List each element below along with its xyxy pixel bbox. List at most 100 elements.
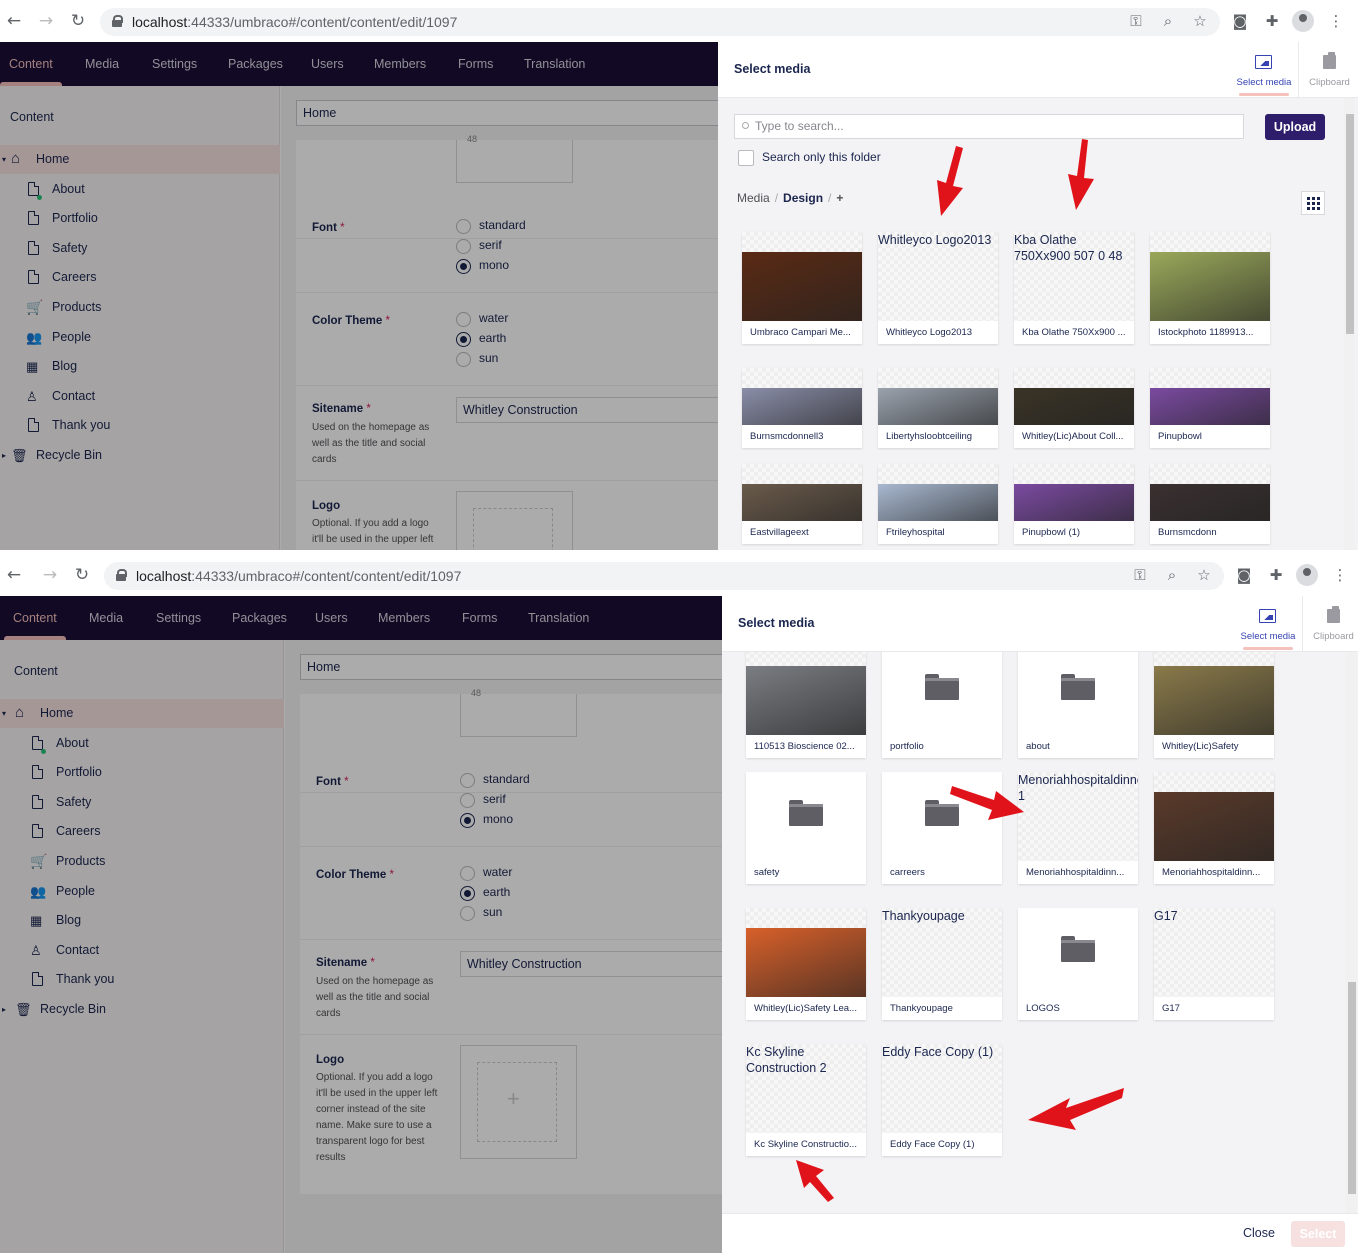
red-arrow	[1028, 1088, 1124, 1130]
media-caption: safety	[746, 861, 866, 884]
reload-icon[interactable]: ↻	[68, 11, 88, 31]
grid-view-toggle[interactable]	[1301, 191, 1325, 215]
menu-icon[interactable]: ⋮	[1331, 566, 1349, 584]
tab-clipboard[interactable]: Clipboard	[1302, 596, 1358, 652]
profile-avatar[interactable]	[1292, 10, 1314, 32]
media-item-tile[interactable]: Ftrileyhospital	[878, 464, 998, 544]
media-photo	[742, 388, 862, 428]
close-button[interactable]: Close	[1243, 1226, 1275, 1240]
reload-icon[interactable]: ↻	[72, 565, 92, 585]
media-caption: Kc Skyline Constructio...	[746, 1133, 866, 1156]
media-thumbnail	[1150, 368, 1270, 428]
camera-icon[interactable]: ◙	[1235, 566, 1253, 584]
image-icon	[1255, 55, 1272, 69]
star-icon[interactable]: ☆	[1191, 12, 1209, 30]
media-item-tile[interactable]: Libertyhsloobtceiling	[878, 368, 998, 448]
media-item-tile[interactable]: Whitley(Lic)About Coll...	[1014, 368, 1134, 448]
media-caption: Burnsmcdonn	[1150, 521, 1270, 544]
extensions-icon[interactable]: ✚	[1263, 12, 1281, 30]
media-item-tile[interactable]: Menoriahhospitaldinn...	[1154, 772, 1274, 884]
back-icon[interactable]: ←	[4, 11, 24, 31]
media-item-tile[interactable]: Whitley(Lic)Safety Lea...	[746, 908, 866, 1020]
zoom-icon[interactable]: ⌕	[1163, 566, 1181, 584]
crumb-design[interactable]: Design	[783, 191, 823, 205]
media-item-tile[interactable]: G17 G17	[1154, 908, 1274, 1020]
media-photo	[1154, 792, 1274, 864]
media-item-tile[interactable]: Whitleyco Logo2013 Whitleyco Logo2013	[878, 232, 998, 344]
search-folder-checkbox[interactable]	[738, 150, 754, 166]
tab-select-media[interactable]: Select media	[1233, 42, 1295, 98]
media-photo	[878, 484, 998, 524]
media-item-tile[interactable]: Eddy Face Copy (1) Eddy Face Copy (1)	[882, 1044, 1002, 1156]
address-bar[interactable]: localhost:44333/umbraco#/content/content…	[104, 562, 1224, 590]
broken-image-alt-text: Menoriahhospitaldinnermkt2 1	[1018, 773, 1138, 803]
media-photo	[742, 252, 862, 324]
modal-backdrop[interactable]	[0, 596, 722, 1253]
search-folder-label: Search only this folder	[762, 150, 881, 164]
media-item-tile[interactable]: Pinupbowl	[1150, 368, 1270, 448]
broken-image-alt-text: Whitleyco Logo2013	[878, 233, 992, 247]
forward-icon[interactable]: →	[40, 565, 60, 585]
broken-image-alt-text: Kc Skyline Construction 2	[746, 1045, 827, 1075]
media-item-tile[interactable]: Eastvillageext	[742, 464, 862, 544]
media-item-tile[interactable]: Istockphoto 1189913...	[1150, 232, 1270, 344]
media-thumbnail	[742, 464, 862, 524]
crumb-add-folder[interactable]: +	[836, 191, 843, 205]
media-photo	[742, 484, 862, 524]
address-bar[interactable]: localhost:44333/umbraco#/content/content…	[100, 8, 1220, 36]
media-search-input[interactable]: Type to search...	[734, 114, 1244, 139]
media-caption: Kba Olathe 750Xx900 ...	[1014, 321, 1134, 344]
broken-image-alt-text: G17	[1154, 909, 1178, 923]
media-thumbnail	[1014, 368, 1134, 428]
tab-select-media[interactable]: Select media	[1237, 596, 1299, 652]
overlay-title: Select media	[738, 616, 815, 630]
media-folder-tile[interactable]: safety	[746, 772, 866, 884]
media-item-tile[interactable]: Burnsmcdonn	[1150, 464, 1270, 544]
modal-backdrop[interactable]	[0, 42, 718, 550]
overlay-scrollbar[interactable]	[1344, 98, 1355, 550]
crumb-media[interactable]: Media	[737, 191, 770, 205]
media-item-tile[interactable]: Burnsmcdonnell3	[742, 368, 862, 448]
media-thumbnail: Eddy Face Copy (1)	[882, 1044, 1002, 1136]
media-item-tile[interactable]: Pinupbowl (1)	[1014, 464, 1134, 544]
lock-icon	[116, 569, 127, 581]
media-photo	[1150, 388, 1270, 428]
profile-avatar[interactable]	[1296, 564, 1318, 586]
media-caption: Umbraco Campari Me...	[742, 321, 862, 344]
star-icon[interactable]: ☆	[1195, 566, 1213, 584]
forward-icon[interactable]: →	[36, 11, 56, 31]
zoom-icon[interactable]: ⌕	[1159, 12, 1177, 30]
menu-icon[interactable]: ⋮	[1327, 12, 1345, 30]
screenshot-top: ← → ↻ localhost:44333/umbraco#/content/c…	[0, 0, 1358, 550]
media-folder-tile[interactable]: portfolio	[882, 652, 1002, 758]
extensions-icon[interactable]: ✚	[1267, 566, 1285, 584]
media-caption: LOGOS	[1018, 997, 1138, 1020]
upload-button[interactable]: Upload	[1265, 114, 1325, 140]
overlay-scrollbar[interactable]	[1346, 652, 1357, 1213]
media-item-tile[interactable]: 110513 Bioscience 02...	[746, 652, 866, 758]
media-item-tile[interactable]: Umbraco Campari Me...	[742, 232, 862, 344]
media-thumbnail: Menoriahhospitaldinnermkt2 1	[1018, 772, 1138, 864]
key-icon[interactable]: ⚿	[1131, 566, 1149, 584]
media-item-tile[interactable]: Kc Skyline Construction 2 Kc Skyline Cons…	[746, 1044, 866, 1156]
back-icon[interactable]: ←	[4, 565, 24, 585]
tab-clipboard[interactable]: Clipboard	[1298, 42, 1358, 98]
folder-icon	[1061, 936, 1095, 962]
media-caption: G17	[1154, 997, 1274, 1020]
folder-icon	[925, 674, 959, 700]
camera-icon[interactable]: ◙	[1231, 12, 1249, 30]
media-folder-tile[interactable]: about	[1018, 652, 1138, 758]
key-icon[interactable]: ⚿	[1127, 12, 1145, 30]
media-thumbnail	[878, 464, 998, 524]
lock-icon	[112, 15, 123, 27]
media-thumbnail	[1154, 652, 1274, 738]
media-folder-tile[interactable]: LOGOS	[1018, 908, 1138, 1020]
media-photo	[1014, 388, 1134, 428]
media-item-tile[interactable]: Thankyoupage Thankyoupage	[882, 908, 1002, 1020]
media-thumbnail	[1014, 464, 1134, 524]
media-item-tile[interactable]: Menoriahhospitaldinnermkt2 1 Menoriahhosp…	[1018, 772, 1138, 884]
media-item-tile[interactable]: Whitley(Lic)Safety	[1154, 652, 1274, 758]
media-thumbnail	[1150, 464, 1270, 524]
media-item-tile[interactable]: Kba Olathe 750Xx900 507 0 48 Kba Olathe 7…	[1014, 232, 1134, 344]
select-button[interactable]: Select	[1291, 1221, 1345, 1247]
